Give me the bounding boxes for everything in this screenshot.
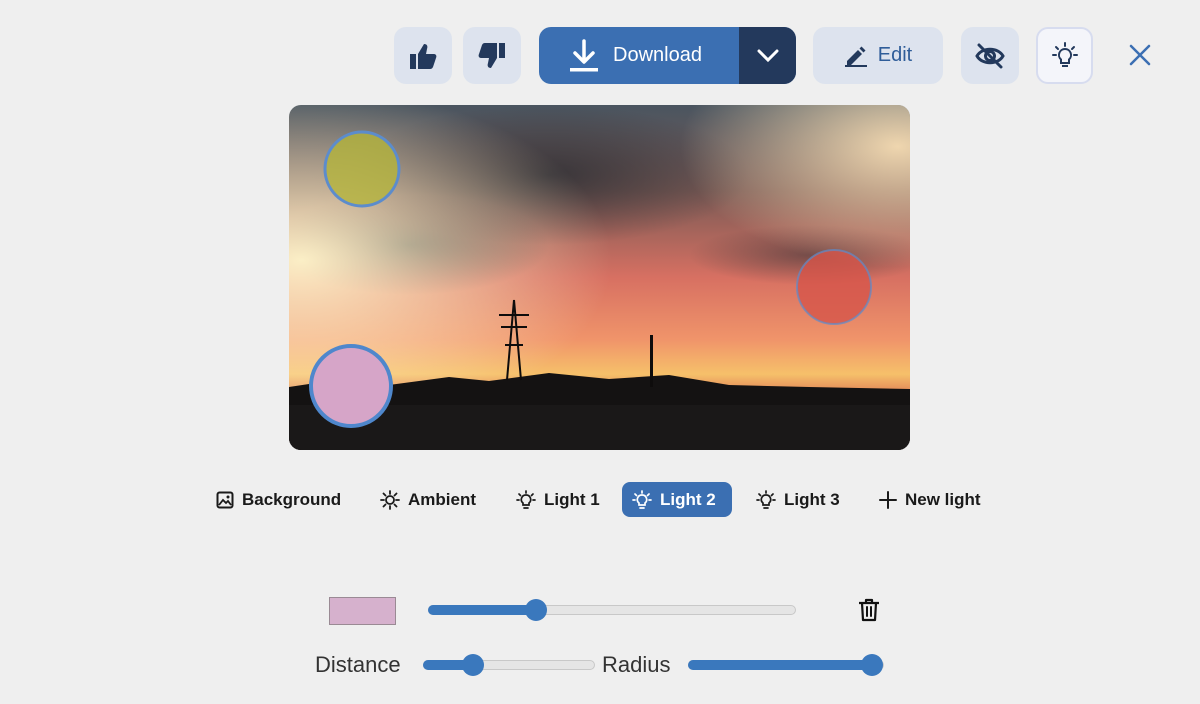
color-swatch[interactable] (329, 597, 396, 625)
lighting-button[interactable] (1036, 27, 1093, 84)
photo-preview[interactable] (289, 105, 910, 450)
download-button[interactable]: Download (539, 27, 796, 84)
delete-light-button[interactable] (857, 597, 881, 625)
eye-off-icon (975, 43, 1005, 69)
tab-light-2[interactable]: Light 2 (622, 482, 732, 517)
tab-background[interactable]: Background (206, 482, 351, 517)
distance-thumb[interactable] (462, 654, 485, 676)
close-icon (1129, 44, 1151, 71)
edit-button[interactable]: Edit (813, 27, 943, 84)
chevron-down-icon (757, 49, 779, 63)
download-label: Download (613, 44, 702, 66)
hide-button[interactable] (961, 27, 1019, 84)
tab-light-3[interactable]: Light 3 (746, 482, 850, 517)
close-button[interactable] (1120, 37, 1160, 77)
like-button[interactable] (394, 27, 452, 84)
tab-label: Background (242, 489, 342, 509)
dislike-button[interactable] (463, 27, 521, 84)
edit-label: Edit (877, 44, 913, 66)
download-main[interactable]: Download (539, 27, 739, 84)
lightbulb-icon (632, 489, 652, 509)
intensity-fill (428, 605, 537, 615)
sun-icon (380, 489, 400, 510)
trash-icon (857, 598, 881, 627)
tab-label: Light 3 (784, 489, 840, 509)
tab-label: Light 1 (544, 489, 600, 509)
lightbulb-icon (756, 489, 776, 509)
tab-ambient[interactable]: Ambient (370, 482, 486, 517)
pencil-icon (844, 45, 868, 67)
tab-light-1[interactable]: Light 1 (506, 482, 610, 517)
light-marker-2[interactable] (309, 344, 393, 428)
light-marker-3[interactable] (796, 249, 872, 325)
radius-fill (688, 660, 872, 670)
download-dropdown[interactable] (739, 27, 796, 84)
image-icon (216, 491, 234, 508)
lightbulb-icon (516, 489, 536, 509)
radius-slider[interactable] (688, 654, 884, 676)
thumbs-down-icon (477, 42, 507, 70)
distance-slider[interactable] (423, 654, 595, 676)
tab-label: Ambient (408, 489, 476, 509)
thumbs-up-icon (408, 42, 438, 70)
radius-label: Radius (602, 652, 671, 677)
intensity-thumb[interactable] (525, 599, 548, 621)
plus-icon (879, 490, 897, 509)
radius-thumb[interactable] (861, 654, 883, 676)
download-icon (569, 38, 599, 73)
distance-label: Distance (315, 652, 401, 677)
tab-label: New light (905, 489, 981, 509)
light-marker-1[interactable] (323, 130, 401, 208)
intensity-slider[interactable] (428, 599, 796, 621)
tab-label: Light 2 (660, 489, 716, 509)
new-light-button[interactable]: New light (869, 482, 991, 517)
lightbulb-icon (1050, 41, 1080, 71)
